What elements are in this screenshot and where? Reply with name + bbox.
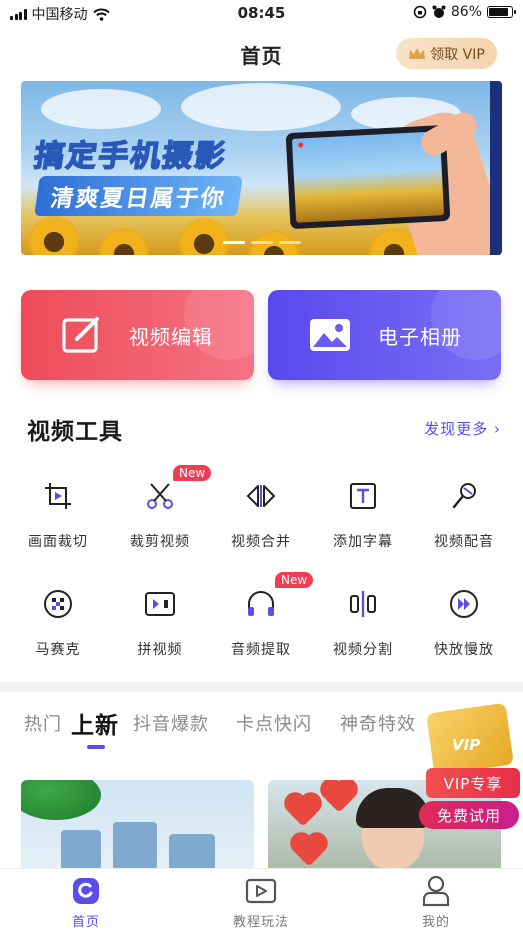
tool-label: 裁剪视频 — [130, 534, 190, 550]
tool-subtitle[interactable]: 添加字幕 — [313, 476, 413, 551]
vip-exclusive-label: VIP专享 — [426, 768, 520, 798]
tool-label: 马赛克 — [35, 642, 81, 658]
crown-icon — [409, 47, 426, 59]
sunflower-art — [31, 219, 77, 255]
puzzle-piece-art — [61, 830, 101, 870]
carousel-indicator — [21, 241, 502, 244]
new-badge: New — [173, 465, 212, 481]
tool-label: 拼视频 — [137, 642, 183, 658]
banner-subline: 清爽夏日属于你 — [34, 176, 243, 216]
banner-headline: 搞定手机摄影 — [31, 138, 229, 175]
puzzle-piece-art — [113, 822, 157, 870]
palm-leaves-art — [21, 780, 101, 820]
claim-vip-button[interactable]: 领取 VIP — [396, 38, 497, 69]
discover-more-link[interactable]: 发现更多 › — [424, 418, 501, 439]
sunflower-art — [181, 221, 227, 255]
tool-label: 视频分割 — [333, 642, 393, 658]
vip-mark: VIP — [452, 736, 481, 754]
tool-collage[interactable]: 拼视频 — [110, 584, 210, 659]
tool-speed[interactable]: 快放慢放 — [414, 584, 514, 659]
free-trial-button[interactable]: 免费试用 — [419, 801, 519, 829]
photo-album-button[interactable]: 电子相册 — [268, 290, 501, 380]
video-edit-button[interactable]: 视频编辑 — [21, 290, 254, 380]
tool-label: 画面裁切 — [28, 534, 88, 550]
card-decoration — [184, 290, 254, 360]
bottom-navigation: 首页 教程玩法 我的 — [0, 868, 523, 930]
tool-mosaic[interactable]: 马赛克 — [8, 584, 108, 659]
tool-label: 添加字幕 — [333, 534, 393, 550]
tool-dubbing[interactable]: 视频配音 — [414, 476, 514, 551]
text-icon — [343, 476, 383, 516]
microphone-icon — [444, 476, 484, 516]
profile-icon — [376, 875, 496, 907]
edit-icon — [62, 317, 99, 353]
carousel-dot[interactable] — [222, 241, 245, 244]
record-dot — [298, 142, 304, 148]
nav-home[interactable]: 首页 — [26, 875, 146, 930]
image-icon — [310, 319, 350, 351]
heart-art — [287, 795, 319, 827]
merge-icon — [241, 476, 281, 516]
promo-banner[interactable]: 搞定手机摄影 清爽夏日属于你 — [21, 81, 502, 255]
tool-label: 快放慢放 — [434, 642, 494, 658]
scissors-icon — [140, 476, 180, 516]
tool-label: 视频配音 — [434, 534, 494, 550]
battery-icon — [487, 6, 516, 18]
headphones-icon — [241, 584, 281, 624]
speed-icon — [444, 584, 484, 624]
tab-douyin-hits[interactable]: 抖音爆款 — [133, 710, 209, 736]
nav-label: 我的 — [421, 915, 450, 930]
tab-hot[interactable]: 热门 — [24, 710, 62, 736]
tool-audio-extract[interactable]: 音频提取 — [211, 584, 311, 659]
carousel-dot[interactable] — [278, 241, 301, 244]
battery-level — [489, 8, 508, 16]
nav-label: 教程玩法 — [232, 915, 289, 930]
collage-icon — [140, 584, 180, 624]
tool-split[interactable]: 视频分割 — [313, 584, 413, 659]
nav-label: 首页 — [71, 915, 100, 930]
heart-art — [293, 835, 325, 867]
tab-beat-flash[interactable]: 卡点快闪 — [236, 710, 312, 736]
tool-label: 音频提取 — [231, 642, 291, 658]
battery-percent: 86% — [450, 4, 482, 20]
rotation-lock-icon — [413, 5, 427, 19]
active-tab-indicator — [87, 745, 105, 749]
next-slide-peek — [490, 81, 502, 255]
split-icon — [343, 584, 383, 624]
carousel-dot[interactable] — [250, 241, 273, 244]
template-card[interactable] — [21, 780, 254, 880]
tool-trim[interactable]: 裁剪视频 — [110, 476, 210, 551]
claim-vip-label: 领取 VIP — [430, 46, 485, 63]
tutorial-icon — [201, 875, 321, 907]
tool-label: 视频合并 — [231, 534, 291, 550]
section-title: 视频工具 — [27, 419, 123, 445]
card-decoration — [431, 290, 501, 360]
nav-tutorials[interactable]: 教程玩法 — [201, 875, 321, 930]
alarm-icon — [432, 5, 446, 18]
home-icon — [26, 875, 146, 907]
mosaic-icon — [38, 584, 78, 624]
new-badge: New — [275, 572, 314, 588]
banner-cloud — [41, 89, 161, 129]
tab-new[interactable]: 上新 — [71, 706, 119, 740]
status-right: 86% — [413, 4, 516, 20]
section-divider — [0, 682, 523, 692]
tab-magic-effects[interactable]: 神奇特效 — [340, 710, 416, 736]
sunflower-art — [251, 233, 297, 255]
tool-merge[interactable]: 视频合并 — [211, 476, 311, 551]
crop-icon — [38, 476, 78, 516]
vip-trial-promo[interactable]: VIP VIP专享 免费试用 — [416, 702, 523, 829]
banner-cloud — [181, 83, 341, 131]
top-bar: 首页 领取 VIP — [0, 28, 523, 78]
status-bar: 中国移动 08:45 86% — [0, 0, 523, 26]
heart-art — [323, 781, 355, 813]
tool-crop[interactable]: 画面裁切 — [8, 476, 108, 551]
nav-profile[interactable]: 我的 — [376, 875, 496, 930]
